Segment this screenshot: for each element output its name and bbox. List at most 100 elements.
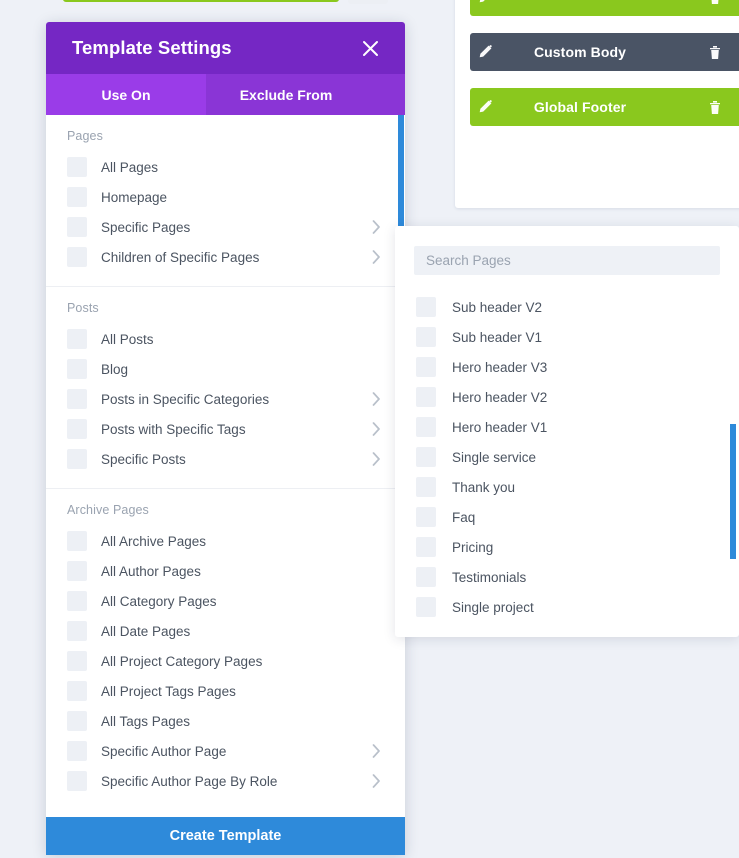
tab-exclude-from[interactable]: Exclude From [206,74,366,115]
checkbox-icon[interactable] [67,187,87,207]
chevron-right-icon[interactable] [372,250,381,264]
trash-icon[interactable] [700,45,730,60]
checkbox-icon[interactable] [416,477,436,497]
chevron-right-icon[interactable] [372,422,381,436]
create-template-button[interactable]: Create Template [46,813,405,855]
option-label: Specific Author Page By Role [101,773,278,789]
chevron-right-icon[interactable] [372,220,381,234]
page-option-label: Pricing [452,539,494,555]
page-option-row[interactable]: Hero header V2 [395,382,739,412]
modal-scrollbar[interactable] [398,115,404,227]
trash-icon[interactable] [700,0,730,5]
checkbox-icon[interactable] [67,329,87,349]
pencil-icon[interactable] [470,0,500,5]
pencil-icon[interactable] [470,44,500,60]
page-option-row[interactable]: Thank you [395,472,739,502]
option-label: All Archive Pages [101,533,207,549]
checkbox-icon[interactable] [67,591,87,611]
checkbox-icon[interactable] [67,771,87,791]
page-option-row[interactable]: Sub header V1 [395,322,739,352]
page-option-row[interactable]: Testimonials [395,562,739,592]
chevron-right-icon[interactable] [372,744,381,758]
option-row[interactable]: All Project Tags Pages [46,676,405,706]
option-row[interactable]: All Date Pages [46,616,405,646]
option-row[interactable]: Specific Pages [46,212,405,242]
page-option-label: Thank you [452,479,516,495]
search-wrapper [395,226,739,275]
checkbox-icon[interactable] [67,561,87,581]
option-row[interactable]: Homepage [46,182,405,212]
template-row-global-footer[interactable]: Global Footer [470,88,739,126]
page-option-label: Faq [452,509,476,525]
checkbox-icon[interactable] [67,389,87,409]
checkbox-icon[interactable] [67,157,87,177]
chevron-right-icon[interactable] [372,452,381,466]
pencil-icon[interactable] [470,99,500,115]
option-row[interactable]: Specific Author Page By Role [46,766,405,796]
option-label: All Posts [101,331,154,347]
template-row-custom-body[interactable]: Custom Body [470,33,739,71]
checkbox-icon[interactable] [416,387,436,407]
checkbox-icon[interactable] [416,597,436,617]
checkbox-icon[interactable] [67,681,87,701]
checkbox-icon[interactable] [67,531,87,551]
page-option-label: Sub header V1 [452,329,543,345]
page-option-row[interactable]: Single project [395,592,739,622]
search-input[interactable] [414,246,720,275]
option-row[interactable]: Children of Specific Pages [46,242,405,272]
checkbox-icon[interactable] [67,711,87,731]
checkbox-icon[interactable] [67,651,87,671]
option-row[interactable]: Specific Posts [46,444,405,474]
option-label: All Project Tags Pages [101,683,236,699]
checkbox-icon[interactable] [416,357,436,377]
checkbox-icon[interactable] [67,217,87,237]
section-label: Posts [67,301,99,315]
checkbox-icon[interactable] [67,359,87,379]
page-option-row[interactable]: Faq [395,502,739,532]
more-options-icon[interactable] [730,44,739,60]
panel-scrollbar[interactable] [730,424,736,559]
checkbox-icon[interactable] [416,327,436,347]
checkbox-icon[interactable] [67,621,87,641]
tab-use-on[interactable]: Use On [46,74,206,115]
page-option-row[interactable]: Single service [395,442,739,472]
checkbox-icon[interactable] [416,507,436,527]
checkbox-icon[interactable] [416,297,436,317]
option-row[interactable]: Blog [46,354,405,384]
option-row[interactable]: All Category Pages [46,586,405,616]
background-green-row-stub [63,0,339,2]
checkbox-icon[interactable] [67,419,87,439]
page-option-row[interactable]: Hero header V3 [395,352,739,382]
option-row[interactable]: All Project Category Pages [46,646,405,676]
option-row[interactable]: Specific Author Page [46,736,405,766]
chevron-right-icon[interactable] [372,774,381,788]
more-options-icon[interactable] [730,99,739,115]
checkbox-icon[interactable] [416,447,436,467]
checkbox-icon[interactable] [416,537,436,557]
option-row[interactable]: All Tags Pages [46,706,405,736]
checkbox-icon[interactable] [67,741,87,761]
option-row[interactable]: All Author Pages [46,556,405,586]
page-option-label: Single service [452,449,537,465]
option-row[interactable]: Posts in Specific Categories [46,384,405,414]
page-option-row[interactable]: Pricing [395,532,739,562]
template-row-green-top[interactable] [470,0,739,16]
close-icon[interactable] [357,35,383,61]
option-row[interactable]: All Posts [46,324,405,354]
page-option-row[interactable]: Sub header V2 [395,292,739,322]
trash-icon[interactable] [700,100,730,115]
page-option-row[interactable]: Hero header V1 [395,412,739,442]
option-label: Specific Posts [101,451,186,467]
option-label: Homepage [101,189,168,205]
option-row[interactable]: Posts with Specific Tags [46,414,405,444]
checkbox-icon[interactable] [67,247,87,267]
checkbox-icon[interactable] [416,567,436,587]
option-row[interactable]: All Archive Pages [46,526,405,556]
chevron-right-icon[interactable] [372,392,381,406]
checkbox-icon[interactable] [67,449,87,469]
checkbox-icon[interactable] [416,417,436,437]
page-option-label: Testimonials [452,569,527,585]
more-options-icon[interactable] [730,0,739,5]
option-label: All Project Category Pages [101,653,263,669]
option-row[interactable]: All Pages [46,152,405,182]
